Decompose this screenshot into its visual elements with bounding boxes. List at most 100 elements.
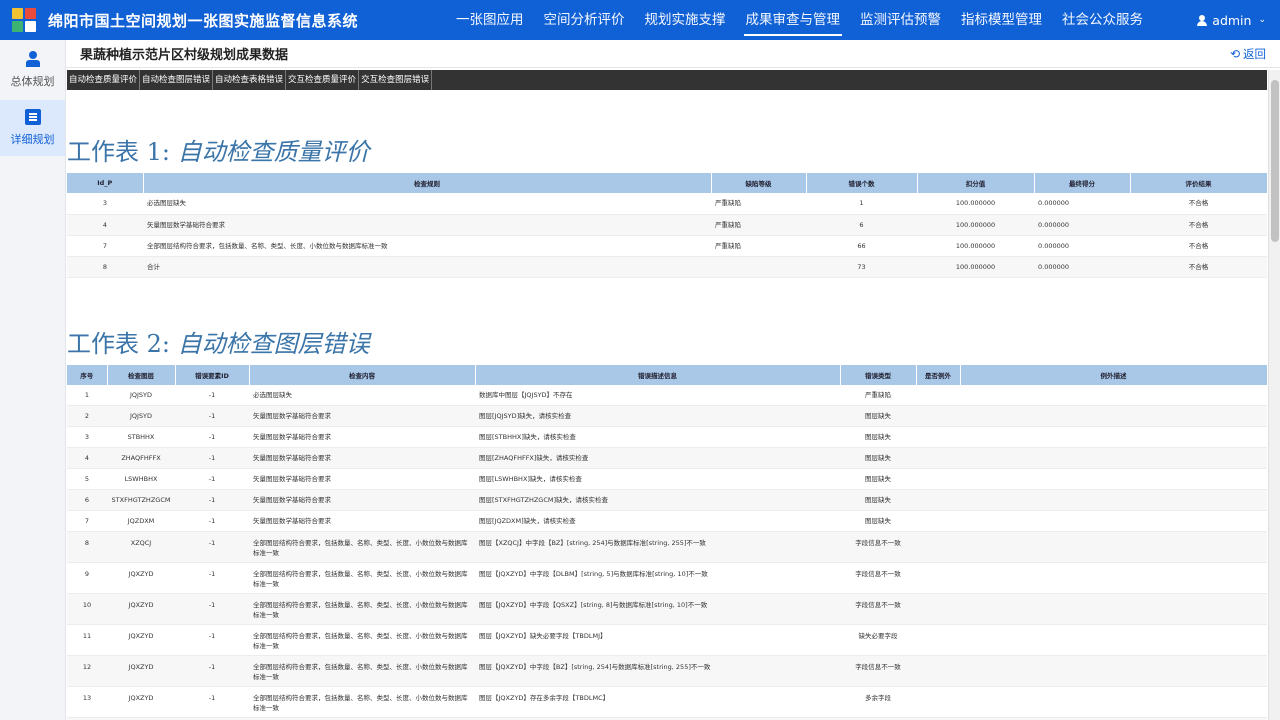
nav-item-7[interactable]: 社会公众服务: [1052, 0, 1153, 40]
nav-item-4[interactable]: 成果审查与管理: [736, 0, 851, 40]
sheet-tab-2[interactable]: 自动检查图层错误: [140, 70, 214, 90]
sidebar-item-1[interactable]: 总体规划: [0, 42, 65, 98]
table-cell: 多余字段: [840, 686, 916, 718]
quality-evaluation-table: Id_P 检查规则 缺陷等级 错误个数 扣分值 最终得分 评价结果 3 必选图层缺失 严重缺陷 1…: [67, 173, 1267, 278]
table-cell: JQXZYD: [107, 624, 175, 656]
sheet1-title: 工作表 1: 自动检查质量评价: [67, 132, 1267, 167]
table-row: 3 STBHHX -1 矢量图层数学基础符合要求 图层[STBHHX]缺失，请核实检查图…: [67, 426, 1267, 448]
table-cell: [916, 447, 960, 469]
table-row: 1 JQJSYD -1 必选图层缺失 数据库中图层【JQJSYD】不存在 严重缺陷: [67, 384, 1267, 406]
column-header: 检查图层: [107, 364, 176, 385]
sheet-tab-3[interactable]: 自动检查表格错误: [213, 70, 287, 90]
table-cell: 图层【JQXZYD】缺失必要字段【TBDLMJ】: [475, 624, 840, 656]
table-cell: 6: [806, 214, 917, 236]
table-cell: [960, 426, 1267, 448]
table-row: 4 矢量图层数学基础符合要求 严重缺陷 6 100.000000 0.000000 不合格: [67, 214, 1267, 236]
table-cell: -1: [175, 447, 249, 469]
table-row: 4 ZHAQFHFFX -1 矢量图层数学基础符合要求 图层[ZHAQFHFFX]缺失，…: [67, 447, 1267, 469]
table-cell: 图层缺失: [840, 447, 916, 469]
table-cell: 12: [67, 655, 107, 687]
app-logo-icon: [12, 8, 36, 32]
nav-item-1[interactable]: 一张图应用: [446, 0, 534, 40]
sheet-tab-1[interactable]: 自动检查质量评价: [67, 70, 141, 90]
table-cell: 全部图层结构符合要求，包括数量、名称、类型、长度、小数位数与数据库标准一致: [143, 235, 711, 257]
user-icon: [1197, 14, 1208, 26]
table-cell: JQXZYD: [107, 686, 175, 718]
table-cell: [960, 531, 1267, 563]
nav-item-5[interactable]: 监测评估预警: [850, 0, 951, 40]
back-button[interactable]: ⟲ 返回: [1230, 46, 1266, 62]
table-cell: 图层缺失: [840, 489, 916, 511]
table-cell: 不合格: [1130, 235, 1267, 257]
column-header: 最终得分: [1034, 173, 1131, 193]
table-cell: 字段信息不一致: [840, 562, 916, 594]
sheet1-name: 自动检查质量评价: [177, 138, 370, 166]
table-cell: 3: [67, 193, 143, 215]
table-cell: 7: [67, 510, 107, 532]
table-cell: 合计: [143, 256, 711, 278]
table-cell: JQJSYD: [107, 405, 175, 427]
table-cell: 严重缺陷: [840, 384, 916, 406]
table-cell: 全部图层结构符合要求，包括数量、名称、类型、长度、小数位数与数据库标准一致: [249, 624, 475, 656]
list-icon: [24, 109, 41, 125]
table-cell: 不合格: [1130, 193, 1267, 215]
sheet-tab-5[interactable]: 交互检查图层错误: [359, 70, 433, 90]
table-cell: 矢量图层数学基础符合要求: [143, 214, 711, 236]
table-cell: 图层[JQJSYD]缺失，请核实检查: [475, 405, 840, 427]
table-cell: 全部图层结构符合要求，包括数量、名称、类型、长度、小数位数与数据库标准一致: [249, 531, 475, 563]
back-arrow-icon: ⟲: [1229, 47, 1240, 61]
table-cell: 必选图层缺失: [249, 384, 475, 406]
table-cell: [916, 489, 960, 511]
sheet2-title: 工作表 2: 自动检查图层错误: [67, 324, 1267, 359]
sidebar-item-2[interactable]: 详细规划: [0, 100, 65, 156]
table-cell: 严重缺陷: [711, 214, 806, 236]
column-header: 检查规则: [143, 173, 712, 193]
table-cell: 100.000000: [917, 256, 1034, 278]
table-cell: STBHHX: [107, 426, 175, 448]
table-cell: [960, 686, 1267, 718]
table-cell: 字段信息不一致: [840, 655, 916, 687]
table-cell: 0.000000: [1034, 193, 1130, 215]
nav-item-6[interactable]: 指标模型管理: [951, 0, 1052, 40]
app-title: 绵阳市国土空间规划一张图实施监督信息系统: [48, 11, 359, 30]
table-cell: 0.000000: [1034, 214, 1130, 236]
layer-errors-table: 序号 检查图层 错误要素ID 检查内容 错误描述信息 错误类型 是否例外 例外描述 1 JQJS…: [67, 364, 1267, 720]
table-cell: -1: [175, 593, 249, 625]
table-cell: 图层缺失: [840, 405, 916, 427]
table-cell: 8: [67, 531, 107, 563]
sheet-tab-4[interactable]: 交互检查质量评价: [286, 70, 360, 90]
table-row: 10 JQXZYD -1 全部图层结构符合要求，包括数量、名称、类型、长度、小数位数与…: [67, 593, 1267, 625]
table-row: 8 合计 73 100.000000 0.000000 不合格: [67, 256, 1267, 278]
table-cell: 3: [67, 426, 107, 448]
table-cell: 1: [67, 384, 107, 406]
table-cell: 矢量图层数学基础符合要求: [249, 468, 475, 490]
nav-item-3[interactable]: 规划实施支撑: [635, 0, 736, 40]
table-cell: -1: [175, 686, 249, 718]
top-bar: 绵阳市国土空间规划一张图实施监督信息系统 一张图应用 空间分析评价 规划实施支撑 成果…: [0, 0, 1280, 40]
table-cell: 图层[STBHHX]缺失，请核实检查: [475, 426, 840, 448]
user-menu[interactable]: admin ⌄: [1197, 0, 1266, 40]
table-cell: 图层缺失: [840, 468, 916, 490]
report-scroll-area[interactable]: 工作表 1: 自动检查质量评价 Id_P 检查规则 缺陷等级 错误个数 扣分值 最终得分评…: [67, 90, 1267, 720]
table-cell: 100.000000: [917, 235, 1034, 257]
vertical-scrollbar[interactable]: [1268, 70, 1280, 720]
column-header: 缺陷等级: [711, 173, 807, 193]
table-cell: -1: [175, 384, 249, 406]
table-cell: [960, 624, 1267, 656]
table-cell: ZHAQFHFFX: [107, 447, 175, 469]
table-cell: [916, 593, 960, 625]
table-cell: 7: [67, 235, 143, 257]
user-name: admin: [1212, 12, 1252, 28]
table-row: 7 全部图层结构符合要求，包括数量、名称、类型、长度、小数位数与数据库标准一致 严重…: [67, 235, 1267, 257]
table-cell: 9: [67, 562, 107, 594]
table-row: 7 JQZDXM -1 矢量图层数学基础符合要求 图层[JQZDXM]缺失，请核实检查图…: [67, 510, 1267, 532]
scrollbar-thumb[interactable]: [1271, 80, 1279, 242]
table-cell: -1: [175, 426, 249, 448]
table-cell: 图层[STXFHGTZHZGCM]缺失，请核实检查: [475, 489, 840, 511]
nav-item-2[interactable]: 空间分析评价: [534, 0, 635, 40]
column-header: Id_P: [67, 173, 144, 193]
table-cell: [916, 468, 960, 490]
table-cell: 0.000000: [1034, 235, 1130, 257]
table-cell: [960, 593, 1267, 625]
table-cell: 数据库中图层【JQJSYD】不存在: [475, 384, 840, 406]
